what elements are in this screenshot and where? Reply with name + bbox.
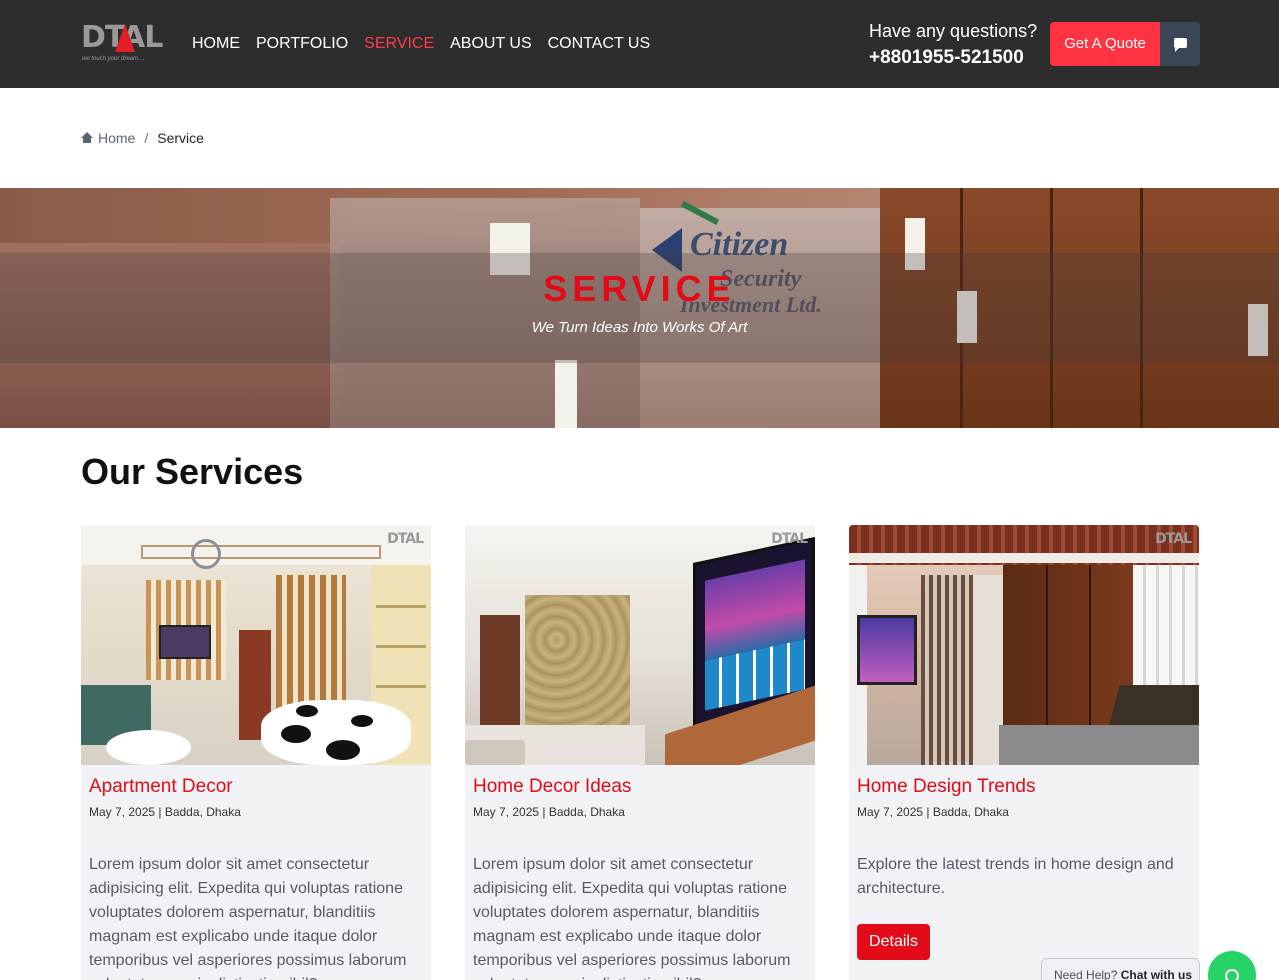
get-a-quote-button[interactable]: Get A Quote [1050, 22, 1160, 66]
logo-roof-icon [115, 24, 135, 52]
card-title[interactable]: Home Design Trends [857, 775, 1035, 799]
service-card-apartment-decor: DTAL Apartment Decor May 7, 2025 | Badda… [81, 525, 431, 980]
whatsapp-icon [1225, 969, 1239, 980]
breadcrumb-current: Service [157, 130, 204, 146]
questions-label: Have any questions? [869, 21, 1038, 41]
logo-tagline: we touch your dream.... [82, 56, 145, 62]
home-icon [81, 132, 93, 144]
details-button[interactable]: Details [857, 924, 930, 960]
breadcrumb-separator: / [144, 130, 149, 146]
card-meta: May 7, 2025 | Badda, Dhaka [89, 805, 241, 819]
site-logo[interactable]: DTAL we touch your dream.... [81, 20, 163, 66]
watermark-logo: DTAL [387, 531, 424, 547]
chat-with-us-tab[interactable]: Need Help? Chat with us [1041, 958, 1200, 980]
chat-button[interactable] [1160, 22, 1200, 66]
nav-home[interactable]: HOME [192, 34, 240, 54]
whatsapp-button[interactable] [1208, 951, 1256, 980]
nav-service[interactable]: SERVICE [364, 34, 434, 54]
hero-title: SERVICE [543, 268, 736, 309]
card-image[interactable]: DTAL [849, 525, 1199, 765]
nav-contact-us[interactable]: CONTACT US [548, 34, 651, 54]
card-description: Lorem ipsum dolor sit amet consectetur a… [473, 856, 791, 980]
help-link[interactable]: Chat with us [1121, 968, 1192, 980]
breadcrumb: Home / Service [81, 130, 204, 146]
nav-about-us[interactable]: ABOUT US [450, 34, 532, 54]
card-meta: May 7, 2025 | Badda, Dhaka [473, 805, 625, 819]
service-card-home-design-trends: DTAL Home Design Trends May 7, 2025 | Ba… [849, 525, 1199, 980]
card-description: Explore the latest trends in home design… [857, 856, 1174, 897]
help-prefix: Need Help? [1054, 968, 1118, 980]
contact-info: Have any questions? +8801955-521500 [869, 20, 1037, 70]
phone-number[interactable]: +8801955-521500 [869, 46, 1037, 70]
watermark-logo: DTAL [771, 531, 808, 547]
card-title[interactable]: Apartment Decor [89, 775, 233, 799]
service-card-home-decor-ideas: DTAL Home Decor Ideas May 7, 2025 | Badd… [465, 525, 815, 980]
card-image[interactable]: DTAL [465, 525, 815, 765]
top-navbar: DTAL we touch your dream.... HOME PORTFO… [0, 0, 1279, 88]
chat-icon [1174, 38, 1187, 52]
card-title[interactable]: Home Decor Ideas [473, 775, 631, 799]
section-heading: Our Services [81, 451, 304, 492]
card-image[interactable]: DTAL [81, 525, 431, 765]
hero-banner: Citizen Security Investment Ltd. SERVICE… [0, 188, 1279, 428]
main-nav: HOME PORTFOLIO SERVICE ABOUT US CONTACT … [192, 34, 650, 54]
hero-subtitle: We Turn Ideas Into Works Of Art [531, 319, 748, 336]
breadcrumb-home-link[interactable]: Home [98, 130, 135, 146]
card-meta: May 7, 2025 | Badda, Dhaka [857, 805, 1009, 819]
watermark-logo: DTAL [1155, 531, 1192, 547]
card-description: Lorem ipsum dolor sit amet consectetur a… [89, 856, 407, 980]
nav-portfolio[interactable]: PORTFOLIO [256, 34, 348, 54]
